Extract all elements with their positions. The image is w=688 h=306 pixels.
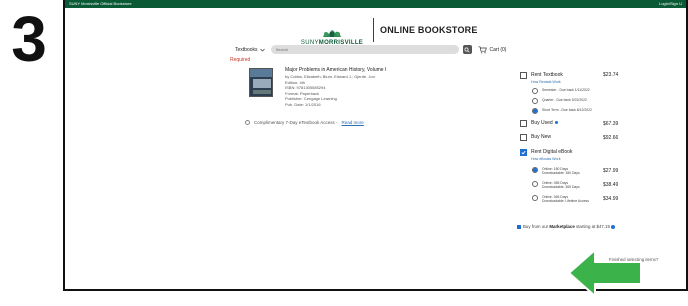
digital-lifetime-label: Online: 365 Days Downloadable: Lifetime A… — [542, 195, 589, 203]
marketplace-prefix: Buy from our — [523, 224, 549, 229]
rent-digital-checkbox[interactable] — [520, 149, 527, 156]
short-term-label: Short Term - Due back 8/12/2022 — [542, 108, 592, 112]
textbooks-dropdown[interactable]: Textbooks — [235, 47, 265, 53]
step-number: 3 — [11, 12, 47, 66]
campus-illustration-icon — [323, 30, 341, 37]
search-row: Textbooks Cart (0) — [235, 45, 506, 54]
info-circle-icon — [245, 120, 250, 125]
textbooks-label: Textbooks — [235, 46, 258, 53]
radio-quarter[interactable] — [532, 98, 538, 104]
buy-new-option[interactable]: Buy New — [520, 134, 551, 141]
rental-term-short[interactable]: Short Term - Due back 8/12/2022 — [532, 108, 592, 114]
book-title: Major Problems in American History, Volu… — [285, 67, 387, 73]
digital-lifetime-price: $34.99 — [603, 196, 619, 202]
quarter-label: Quarter - Due back 9/22/2022 — [542, 98, 587, 102]
logo-divider — [373, 18, 374, 42]
digital-365-label: Online: 365 Days Downloadable: 365 Days — [542, 181, 580, 189]
required-label: Required — [230, 57, 251, 63]
marketplace-suffix: starting at $47.15 — [576, 224, 610, 229]
digital-180-price: $27.99 — [603, 168, 619, 174]
rent-textbook-option[interactable]: Rent Textbook — [520, 72, 563, 79]
book-pub-date: Pub. Date: 1/1/2016 — [285, 101, 321, 107]
cart-button[interactable]: Cart (0) — [478, 45, 507, 54]
radio-180-days[interactable] — [532, 167, 538, 173]
marketplace-name: Marketplace — [549, 224, 575, 229]
book-details: Major Problems in American History, Volu… — [285, 67, 485, 108]
marketplace-offer[interactable]: Buy from our Marketplace starting at $47… — [517, 224, 615, 229]
store-header: SUNYMORRISVILLE ONLINE BOOKSTORE — [297, 14, 478, 46]
buy-used-label: Buy Used — [531, 120, 558, 126]
rent-textbook-price: $23.74 — [603, 72, 619, 78]
checkmark-icon — [521, 150, 526, 155]
login-link[interactable]: Login/Sign U — [659, 0, 682, 8]
ebook-offer-text: Complimentary 7-Day eTextbook Access - — [254, 120, 338, 125]
cart-icon — [478, 45, 487, 53]
buy-new-price: $92.66 — [603, 135, 619, 141]
store-title: ONLINE BOOKSTORE — [380, 25, 478, 35]
top-bar: SUNY Morrisville Official Bookstore Logi… — [65, 0, 686, 8]
digital-term-lifetime[interactable]: Online: 365 Days Downloadable: Lifetime A… — [532, 195, 589, 203]
radio-short-term[interactable] — [532, 108, 538, 114]
rental-term-quarter[interactable]: Quarter - Due back 9/22/2022 — [532, 98, 587, 104]
rental-term-semester[interactable]: Semester - Due back 1/11/2022 — [532, 88, 590, 94]
buy-used-option[interactable]: Buy Used — [520, 120, 558, 127]
radio-365-days[interactable] — [532, 181, 538, 187]
help-icon[interactable] — [610, 224, 615, 229]
search-button[interactable] — [462, 45, 472, 54]
buy-used-price: $67.39 — [603, 121, 619, 127]
rent-textbook-checkbox[interactable] — [520, 72, 527, 79]
rent-textbook-label: Rent Textbook — [531, 72, 563, 78]
digital-180-label: Online: 180 Days Downloadable: 180 Days — [542, 167, 580, 175]
digital-term-365[interactable]: Online: 365 Days Downloadable: 365 Days — [532, 181, 580, 189]
search-icon — [464, 47, 470, 53]
rent-digital-option[interactable]: Rent Digital eBook — [520, 149, 572, 156]
semester-label: Semester - Due back 1/11/2022 — [542, 88, 590, 92]
how-ebooks-work-link[interactable]: How eBooks Work — [531, 157, 561, 161]
how-rentals-work-link[interactable]: How Rentals Work — [531, 80, 561, 84]
ebook-offer: Complimentary 7-Day eTextbook Access - R… — [245, 120, 364, 125]
step-number-text: 3 — [11, 12, 47, 66]
cart-label: Cart (0) — [489, 46, 507, 53]
buy-used-checkbox[interactable] — [520, 120, 527, 127]
buy-new-label: Buy New — [531, 134, 552, 140]
info-icon[interactable] — [554, 121, 558, 125]
rent-digital-label: Rent Digital eBook — [531, 149, 573, 155]
site-name: SUNY Morrisville Official Bookstore — [69, 1, 132, 6]
pointer-arrow-icon — [568, 249, 642, 297]
college-logo[interactable]: SUNYMORRISVILLE — [297, 14, 367, 46]
marketplace-checkbox[interactable] — [517, 224, 521, 229]
read-more-link[interactable]: Read more — [342, 120, 364, 125]
digital-365-price: $38.49 — [603, 182, 619, 188]
book-cover-image — [249, 68, 273, 97]
buy-new-checkbox[interactable] — [520, 134, 527, 141]
radio-semester[interactable] — [532, 88, 538, 94]
chevron-down-icon — [259, 48, 265, 51]
radio-lifetime[interactable] — [532, 195, 538, 201]
digital-term-180[interactable]: Online: 180 Days Downloadable: 180 Days — [532, 167, 580, 175]
search-input[interactable] — [270, 45, 459, 54]
